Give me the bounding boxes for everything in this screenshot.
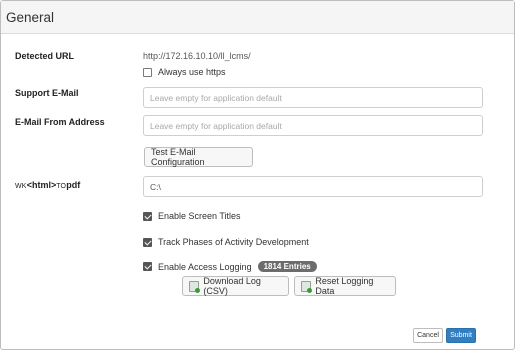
support-email-label: Support E-Mail bbox=[15, 88, 79, 98]
enable-screen-titles-checkbox[interactable] bbox=[143, 211, 152, 221]
enable-screen-titles-label: Enable Screen Titles bbox=[158, 211, 241, 221]
test-email-button[interactable]: Test E-Mail Configuration bbox=[144, 147, 253, 167]
enable-screen-titles-option[interactable]: Enable Screen Titles bbox=[143, 211, 241, 221]
track-phases-label: Track Phases of Activity Development bbox=[158, 237, 309, 247]
general-settings-panel: General Detected URL http://172.16.10.10… bbox=[0, 0, 515, 350]
enable-access-logging-option[interactable]: Enable Access Logging 1814 Entries bbox=[143, 261, 317, 272]
email-from-input[interactable] bbox=[143, 115, 483, 136]
panel-header: General bbox=[1, 1, 514, 34]
track-phases-checkbox[interactable] bbox=[143, 237, 152, 247]
email-from-label: E-Mail From Address bbox=[15, 117, 105, 127]
wkhtmltopdf-path-input[interactable] bbox=[143, 176, 483, 197]
enable-access-logging-checkbox[interactable] bbox=[143, 262, 152, 271]
spreadsheet-icon bbox=[301, 280, 313, 293]
detected-url-value: http://172.16.10.10/ll_lcms/ bbox=[143, 51, 251, 61]
download-log-button[interactable]: Download Log (CSV) bbox=[182, 276, 289, 296]
download-log-button-label: Download Log (CSV) bbox=[203, 276, 261, 296]
panel-title: General bbox=[6, 10, 55, 25]
always-use-https-label: Always use https bbox=[158, 67, 226, 77]
track-phases-option[interactable]: Track Phases of Activity Development bbox=[143, 237, 309, 247]
logging-entries-badge: 1814 Entries bbox=[257, 261, 317, 272]
spreadsheet-icon bbox=[189, 280, 201, 293]
reset-logging-button[interactable]: Reset Logging Data bbox=[294, 276, 396, 296]
support-email-input[interactable] bbox=[143, 87, 483, 108]
always-use-https-option[interactable]: Always use https bbox=[143, 67, 226, 77]
reset-logging-button-label: Reset Logging Data bbox=[315, 276, 374, 296]
enable-access-logging-label: Enable Access Logging bbox=[158, 261, 252, 272]
test-email-button-label: Test E-Mail Configuration bbox=[151, 147, 205, 167]
cancel-button[interactable]: Cancel bbox=[413, 328, 443, 343]
always-use-https-checkbox[interactable] bbox=[143, 67, 152, 77]
wkhtmltopdf-label: WK<html>TOpdf bbox=[15, 180, 81, 190]
detected-url-label: Detected URL bbox=[15, 51, 75, 61]
submit-button[interactable]: Submit bbox=[446, 328, 476, 343]
